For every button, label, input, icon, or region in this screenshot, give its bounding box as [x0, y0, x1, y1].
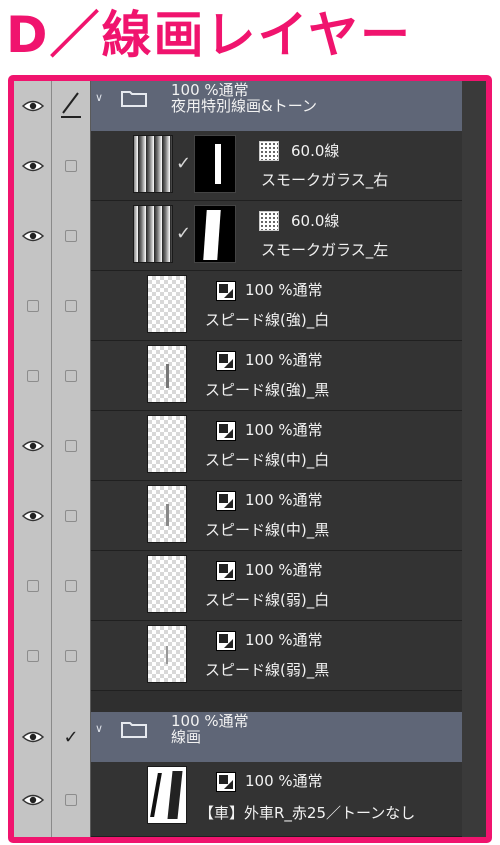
- layer-name: スピード線(中)_白: [205, 451, 330, 469]
- visibility-checkbox[interactable]: [26, 650, 39, 662]
- layer-thumbnail: [133, 205, 173, 263]
- panel-scroll-strip[interactable]: [462, 81, 486, 837]
- layer-thumbnail: [133, 135, 173, 193]
- folder-row[interactable]: ✓ ∨ 100 %通常 線画: [14, 712, 462, 762]
- folder-opacity-mode: 100 %通常: [171, 81, 249, 99]
- tone-icon: [259, 141, 279, 161]
- layer-name: スモークガラス_左: [261, 241, 389, 259]
- layer-type-icon: [216, 281, 236, 301]
- layer-type-icon: [216, 631, 236, 651]
- folder-icon: [121, 91, 147, 107]
- visibility-checkbox[interactable]: [26, 580, 39, 592]
- layer-mode: 100 %通常: [245, 561, 323, 579]
- layer-panel-frame: ∨ 100 %通常 夜用特別線画&トーン ✓ 60.0線 スモークガラス_右 ✓…: [8, 75, 492, 843]
- layer-row[interactable]: 100 %通常 スピード線(弱)_黒: [14, 621, 462, 691]
- layer-mode: 60.0線: [291, 212, 340, 230]
- page-title: D／線画レイヤー: [6, 6, 413, 64]
- pen-icon: [61, 92, 81, 118]
- eye-icon[interactable]: [21, 230, 44, 242]
- layer-panel: ∨ 100 %通常 夜用特別線画&トーン ✓ 60.0線 スモークガラス_右 ✓…: [14, 81, 486, 837]
- layer-row[interactable]: 100 %通常 スピード線(弱)_白: [14, 551, 462, 621]
- checkbox[interactable]: [65, 510, 77, 522]
- layer-mask-thumbnail: [194, 205, 236, 263]
- layer-mode: 100 %通常: [245, 772, 323, 790]
- layer-mode: 100 %通常: [245, 491, 323, 509]
- layer-type-icon: [216, 491, 236, 511]
- tone-icon: [259, 211, 279, 231]
- layer-name: スピード線(弱)_黒: [205, 661, 330, 679]
- checkbox[interactable]: [65, 650, 77, 662]
- layer-type-icon: [216, 772, 236, 792]
- layer-row[interactable]: 100 %通常 スピード線(中)_黒: [14, 481, 462, 551]
- layer-mode: 100 %通常: [245, 421, 323, 439]
- layer-name: スモークガラス_右: [261, 171, 389, 189]
- check-icon: ✓: [176, 153, 192, 174]
- layer-thumbnail: [147, 485, 187, 543]
- eye-icon[interactable]: [21, 100, 44, 112]
- chevron-down-icon[interactable]: ∨: [95, 91, 103, 104]
- layer-thumbnail: [147, 766, 187, 824]
- eye-icon[interactable]: [21, 794, 44, 806]
- visibility-checkbox[interactable]: [26, 370, 39, 382]
- layer-row[interactable]: ✓ 60.0線 スモークガラス_右: [14, 131, 462, 201]
- checkbox[interactable]: [65, 580, 77, 592]
- check-icon[interactable]: ✓: [63, 727, 78, 748]
- folder-icon: [121, 722, 147, 738]
- folder-name: 線画: [171, 728, 202, 746]
- layer-type-icon: [216, 351, 236, 371]
- layer-row[interactable]: 100 %通常 スピード線(強)_白: [14, 271, 462, 341]
- folder-opacity-mode: 100 %通常: [171, 712, 249, 730]
- layer-name: 【車】外車R_赤25／トーンなし: [199, 804, 416, 822]
- layer-type-icon: [216, 421, 236, 441]
- layer-name: スピード線(強)_白: [205, 311, 330, 329]
- layer-name: スピード線(中)_黒: [205, 521, 330, 539]
- folder-name: 夜用特別線画&トーン: [171, 97, 317, 115]
- layer-thumbnail: [147, 555, 187, 613]
- visibility-checkbox[interactable]: [26, 300, 39, 312]
- eye-icon[interactable]: [21, 510, 44, 522]
- checkbox[interactable]: [65, 370, 77, 382]
- layer-thumbnail: [147, 625, 187, 683]
- layer-name: スピード線(強)_黒: [205, 381, 330, 399]
- layer-thumbnail: [147, 275, 187, 333]
- layer-row[interactable]: ✓ 60.0線 スモークガラス_左: [14, 201, 462, 271]
- checkbox[interactable]: [65, 230, 77, 242]
- layer-mode: 100 %通常: [245, 631, 323, 649]
- chevron-down-icon[interactable]: ∨: [95, 722, 103, 735]
- layer-row[interactable]: 100 %通常 スピード線(強)_黒: [14, 341, 462, 411]
- checkbox[interactable]: [65, 793, 77, 806]
- layer-row[interactable]: 100 %通常 【車】外車R_赤25／トーンなし: [14, 762, 462, 837]
- checkbox[interactable]: [65, 300, 77, 312]
- checkbox[interactable]: [65, 160, 77, 172]
- layer-name: スピード線(弱)_白: [205, 591, 330, 609]
- eye-icon[interactable]: [21, 731, 44, 743]
- folder-row[interactable]: ∨ 100 %通常 夜用特別線画&トーン: [14, 81, 462, 131]
- layer-row[interactable]: 100 %通常 スピード線(中)_白: [14, 411, 462, 481]
- layer-mode: 100 %通常: [245, 281, 323, 299]
- layer-mode: 60.0線: [291, 142, 340, 160]
- layer-thumbnail: [147, 415, 187, 473]
- check-icon: ✓: [176, 223, 192, 244]
- layer-thumbnail: [147, 345, 187, 403]
- eye-icon[interactable]: [21, 440, 44, 452]
- eye-icon[interactable]: [21, 160, 44, 172]
- layer-type-icon: [216, 561, 236, 581]
- layer-mode: 100 %通常: [245, 351, 323, 369]
- layer-mask-thumbnail: [194, 135, 236, 193]
- checkbox[interactable]: [65, 440, 77, 452]
